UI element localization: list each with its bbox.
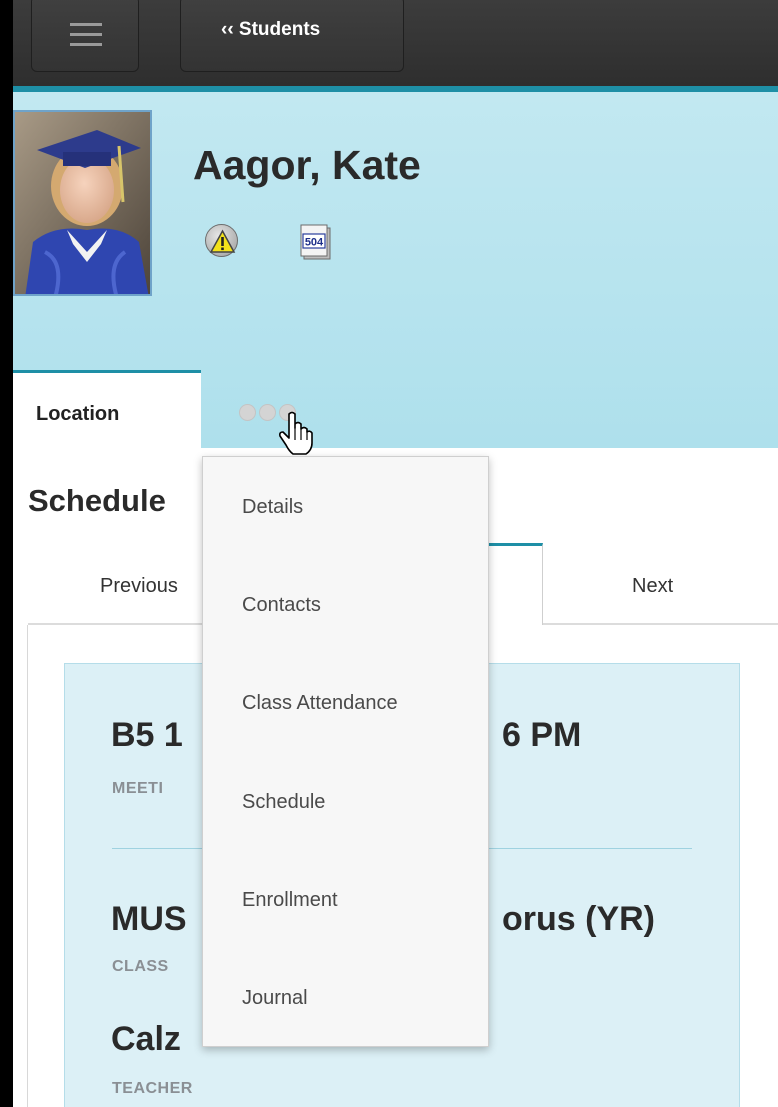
meeting-value-tail: 6 PM [502, 716, 582, 754]
menu-item-class-attendance[interactable]: Class Attendance [242, 692, 398, 715]
menu-button[interactable] [31, 0, 139, 72]
back-button-label: ‹‹ Students [221, 19, 321, 40]
previous-button[interactable]: Previous [100, 575, 178, 598]
menu-item-details[interactable]: Details [242, 496, 303, 519]
app-frame: ‹‹ Students Aagor, Kate 504 Location Sch… [13, 0, 778, 1107]
tab-location[interactable]: Location [13, 370, 201, 450]
next-button[interactable]: Next [632, 575, 673, 598]
more-tabs-dropdown: Details Contacts Class Attendance Schedu… [202, 456, 489, 1047]
menu-item-enrollment[interactable]: Enrollment [242, 889, 338, 912]
menu-item-contacts[interactable]: Contacts [242, 594, 321, 617]
meeting-value: B5 1 [111, 716, 183, 754]
teacher-value: Calz [111, 1020, 181, 1058]
class-value-tail: orus (YR) [502, 900, 655, 938]
class-value: MUS [111, 900, 187, 938]
badge-504-label: 504 [305, 237, 324, 249]
graduate-portrait-image [15, 112, 150, 294]
teacher-label: TEACHER [112, 1080, 193, 1097]
meeting-label: MEETI [112, 780, 164, 797]
section-title: Schedule [28, 483, 166, 518]
student-photo [13, 110, 152, 296]
back-to-students-button[interactable]: ‹‹ Students [180, 0, 404, 72]
student-name: Aagor, Kate [193, 142, 421, 188]
nav-current-tab [488, 543, 543, 625]
menu-item-journal[interactable]: Journal [242, 987, 308, 1010]
tab-location-label: Location [36, 403, 120, 425]
warning-icon[interactable] [205, 224, 238, 257]
top-toolbar: ‹‹ Students [13, 0, 778, 86]
hand-pointer-icon [278, 410, 314, 456]
504-document-icon[interactable]: 504 [300, 223, 333, 261]
menu-item-schedule[interactable]: Schedule [242, 791, 325, 814]
class-label: CLASS [112, 958, 169, 975]
